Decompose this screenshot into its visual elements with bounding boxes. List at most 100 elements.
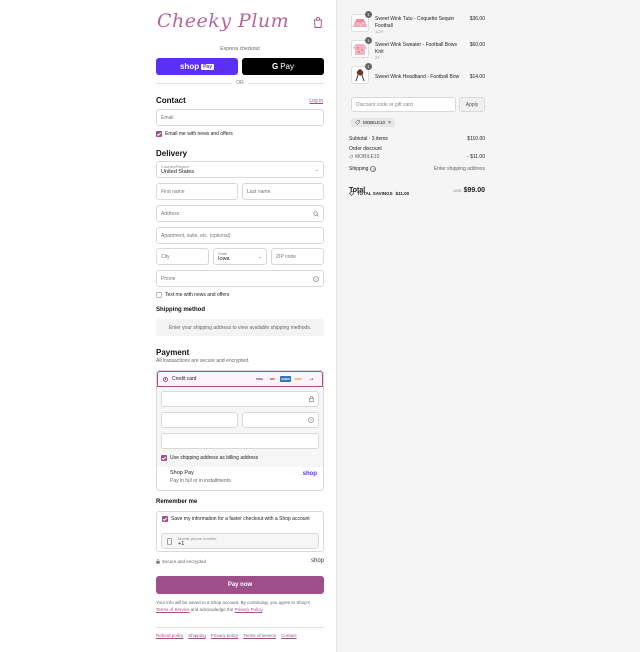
expiration-field[interactable] bbox=[161, 412, 238, 428]
policy-footer: Refund policy Shipping Privacy policy Te… bbox=[156, 627, 324, 638]
shop-pay-badge: Pay bbox=[201, 63, 214, 70]
shop-pay-label: shop bbox=[179, 62, 200, 71]
checkbox-checked-icon bbox=[156, 131, 162, 137]
item-variant: 1-2Y bbox=[375, 29, 384, 34]
credit-card-option[interactable]: Credit card VISA MC AMEX DISC +4 bbox=[157, 371, 323, 387]
pay-now-button[interactable]: Pay now bbox=[156, 576, 324, 594]
first-name-placeholder: First name bbox=[161, 188, 185, 195]
text-me-label: Text me with news and offers bbox=[165, 292, 230, 298]
legal-mid: and acknowledge the bbox=[190, 607, 234, 612]
city-field[interactable]: City bbox=[156, 248, 209, 265]
card-brand-icons: VISA MC AMEX DISC +4 bbox=[254, 376, 317, 382]
google-pay-label: Pay bbox=[280, 62, 295, 71]
applied-discount-tag: MOBILE10 × bbox=[351, 118, 395, 127]
phone-field[interactable]: Phone ? bbox=[156, 270, 324, 287]
subtotal-row: Subtotal · 3 items $110.00 bbox=[349, 136, 485, 142]
discount-placeholder: Discount code or gift card bbox=[356, 101, 413, 108]
subtotal-value: $110.00 bbox=[467, 136, 485, 142]
state-value: Iowa bbox=[218, 256, 230, 262]
tag-icon bbox=[349, 191, 354, 196]
address-field[interactable]: Address bbox=[156, 205, 324, 222]
discount-code-row: MOBILE10 - $11.00 bbox=[349, 154, 485, 160]
privacy-link[interactable]: Privacy Policy bbox=[235, 607, 263, 612]
remember-me-box: Save my information for a faster checkou… bbox=[156, 511, 324, 552]
discount-code-input[interactable]: Discount code or gift card bbox=[351, 97, 456, 112]
email-field[interactable]: Email bbox=[156, 109, 324, 126]
shipping-row: Shipping? Enter shipping address bbox=[349, 166, 485, 172]
save-info-label: Save my information for a faster checkou… bbox=[171, 516, 310, 522]
state-select[interactable]: State Iowa ⌄ bbox=[213, 248, 267, 265]
payment-secure-hint: All transactions are secure and encrypte… bbox=[156, 358, 250, 364]
first-name-field[interactable]: First name bbox=[156, 183, 238, 200]
contact-heading: Contact bbox=[156, 96, 186, 105]
item-variant: 2T bbox=[375, 55, 380, 60]
save-info-checkbox[interactable]: Save my information for a faster checkou… bbox=[162, 516, 310, 522]
discount-value: - $11.00 bbox=[467, 154, 485, 160]
apply-discount-button[interactable]: Apply bbox=[459, 97, 485, 112]
chevron-down-icon: ⌄ bbox=[314, 166, 319, 173]
item-name: Sweet Wink Tutu - Coquette Sequin Footba… bbox=[375, 16, 455, 29]
privacy-policy-link[interactable]: Privacy policy bbox=[211, 633, 239, 638]
google-pay-button[interactable]: G Pay bbox=[242, 58, 324, 75]
apartment-field[interactable]: Apartment, suite, etc. (optional) bbox=[156, 227, 324, 244]
mobile-prefix: +1 bbox=[178, 540, 185, 547]
cart-item: 1 Sweet Wink Headband - Football Bow $14… bbox=[351, 63, 485, 86]
country-select[interactable]: Country/Region United States ⌄ bbox=[156, 161, 324, 178]
mastercard-icon: MC bbox=[270, 377, 275, 381]
text-me-checkbox[interactable]: Text me with news and offers bbox=[156, 292, 229, 298]
more-cards-badge: +4 bbox=[309, 377, 314, 381]
shop-logo: shop bbox=[302, 471, 317, 477]
delivery-heading: Delivery bbox=[156, 149, 188, 158]
remember-me-heading: Remember me bbox=[156, 499, 198, 505]
help-circle-icon[interactable]: ? bbox=[313, 275, 319, 282]
checkbox-checked-icon bbox=[162, 516, 168, 522]
shop-pay-button[interactable]: shop Pay bbox=[156, 58, 238, 75]
item-price: $36.00 bbox=[469, 16, 485, 22]
checkbox-checked-icon bbox=[161, 455, 167, 461]
last-name-field[interactable]: Last name bbox=[242, 183, 324, 200]
discount-code-label: MOBILE10 bbox=[363, 120, 386, 125]
amex-icon: AMEX bbox=[280, 376, 291, 382]
item-name: Sweet Wink Sweater - Football Bows Knit bbox=[375, 42, 457, 55]
discover-icon: DISC bbox=[294, 377, 303, 381]
name-on-card-field[interactable] bbox=[161, 433, 319, 449]
item-price: $14.00 bbox=[469, 74, 485, 80]
shop-pay-option-label[interactable]: Shop Pay bbox=[170, 470, 194, 476]
shipping-method-heading: Shipping method bbox=[156, 307, 205, 313]
newsletter-checkbox[interactable]: Email me with news and offers bbox=[156, 131, 233, 137]
last-name-placeholder: Last name bbox=[247, 188, 271, 195]
help-circle-icon[interactable]: ? bbox=[370, 166, 377, 172]
phone-icon bbox=[167, 538, 172, 545]
security-code-field[interactable]: ? bbox=[242, 412, 319, 428]
country-value: United States bbox=[161, 169, 195, 175]
refund-policy-link[interactable]: Refund policy bbox=[156, 633, 183, 638]
discount-code-name: MOBILE10 bbox=[355, 154, 380, 160]
newsletter-label: Email me with news and offers bbox=[165, 131, 233, 137]
credit-card-label: Credit card bbox=[172, 376, 197, 382]
lock-icon bbox=[309, 396, 314, 402]
billing-same-checkbox[interactable]: Use shipping address as billing address bbox=[161, 455, 258, 461]
chevron-down-icon: ⌄ bbox=[257, 253, 262, 260]
credit-card-form: ? Use shipping address as billing addres… bbox=[157, 387, 323, 467]
shipping-value: Enter shipping address bbox=[433, 166, 485, 172]
checkbox-empty-icon bbox=[156, 292, 162, 298]
help-circle-icon[interactable]: ? bbox=[308, 417, 314, 423]
shipping-policy-link[interactable]: Shipping bbox=[188, 633, 206, 638]
zip-field[interactable]: ZIP code bbox=[271, 248, 324, 265]
cart-item: 1 Sweet Wink Tutu - Coquette Sequin Foot… bbox=[351, 11, 485, 34]
terms-link[interactable]: Terms of Service bbox=[156, 607, 190, 612]
search-icon bbox=[313, 210, 319, 217]
contact-link[interactable]: Contact bbox=[281, 633, 297, 638]
legal-end: . bbox=[262, 607, 264, 612]
quantity-badge: 1 bbox=[365, 37, 372, 44]
cart-bag-icon[interactable] bbox=[313, 17, 323, 28]
phone-placeholder: Phone bbox=[161, 275, 176, 282]
remove-discount-icon[interactable]: × bbox=[388, 120, 391, 126]
login-link[interactable]: Log in bbox=[309, 98, 323, 104]
store-logo[interactable]: Cheeky Plum bbox=[157, 10, 289, 32]
mobile-phone-field[interactable]: Mobile phone number +1 bbox=[161, 533, 319, 549]
visa-icon: VISA bbox=[255, 377, 263, 381]
email-placeholder: Email bbox=[161, 114, 174, 121]
terms-of-service-link[interactable]: Terms of service bbox=[243, 633, 276, 638]
card-number-field[interactable] bbox=[161, 391, 319, 407]
